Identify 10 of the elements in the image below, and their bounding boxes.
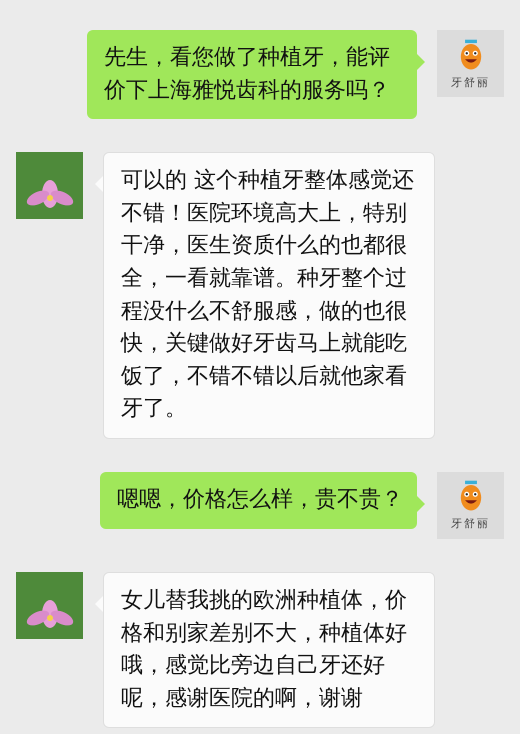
message-bubble: 女儿替我挑的欧洲种植体，价格和别家差别不大，种植体好哦，感觉比旁边自己牙还好呢，感谢医院的啊，谢谢 <box>103 572 436 728</box>
lotus-avatar-photo <box>16 152 83 220</box>
message-bubble: 可以的 这个种植牙整体感觉还不错！医院环境高大上，特别干净，医生资质什么的也都很全，一看就靠谱。种牙整个过程没什么不舒服感，做的也很快，关键做好牙齿马上就能吃饭了，不错不错以后就他家看牙了。 <box>103 152 436 439</box>
bubble-tail <box>417 496 425 512</box>
avatar-caption: 牙舒丽 <box>451 74 490 90</box>
message-bubble: 先生，看您做了种植牙，能评价下上海雅悦齿科的服务吗？ <box>86 30 417 120</box>
avatar-caption: 牙舒丽 <box>451 516 490 532</box>
bubble-tail <box>417 54 425 70</box>
lotus-avatar-photo <box>16 572 83 639</box>
message-bubble: 嗯嗯，价格怎么样，贵不贵？ <box>100 472 417 529</box>
